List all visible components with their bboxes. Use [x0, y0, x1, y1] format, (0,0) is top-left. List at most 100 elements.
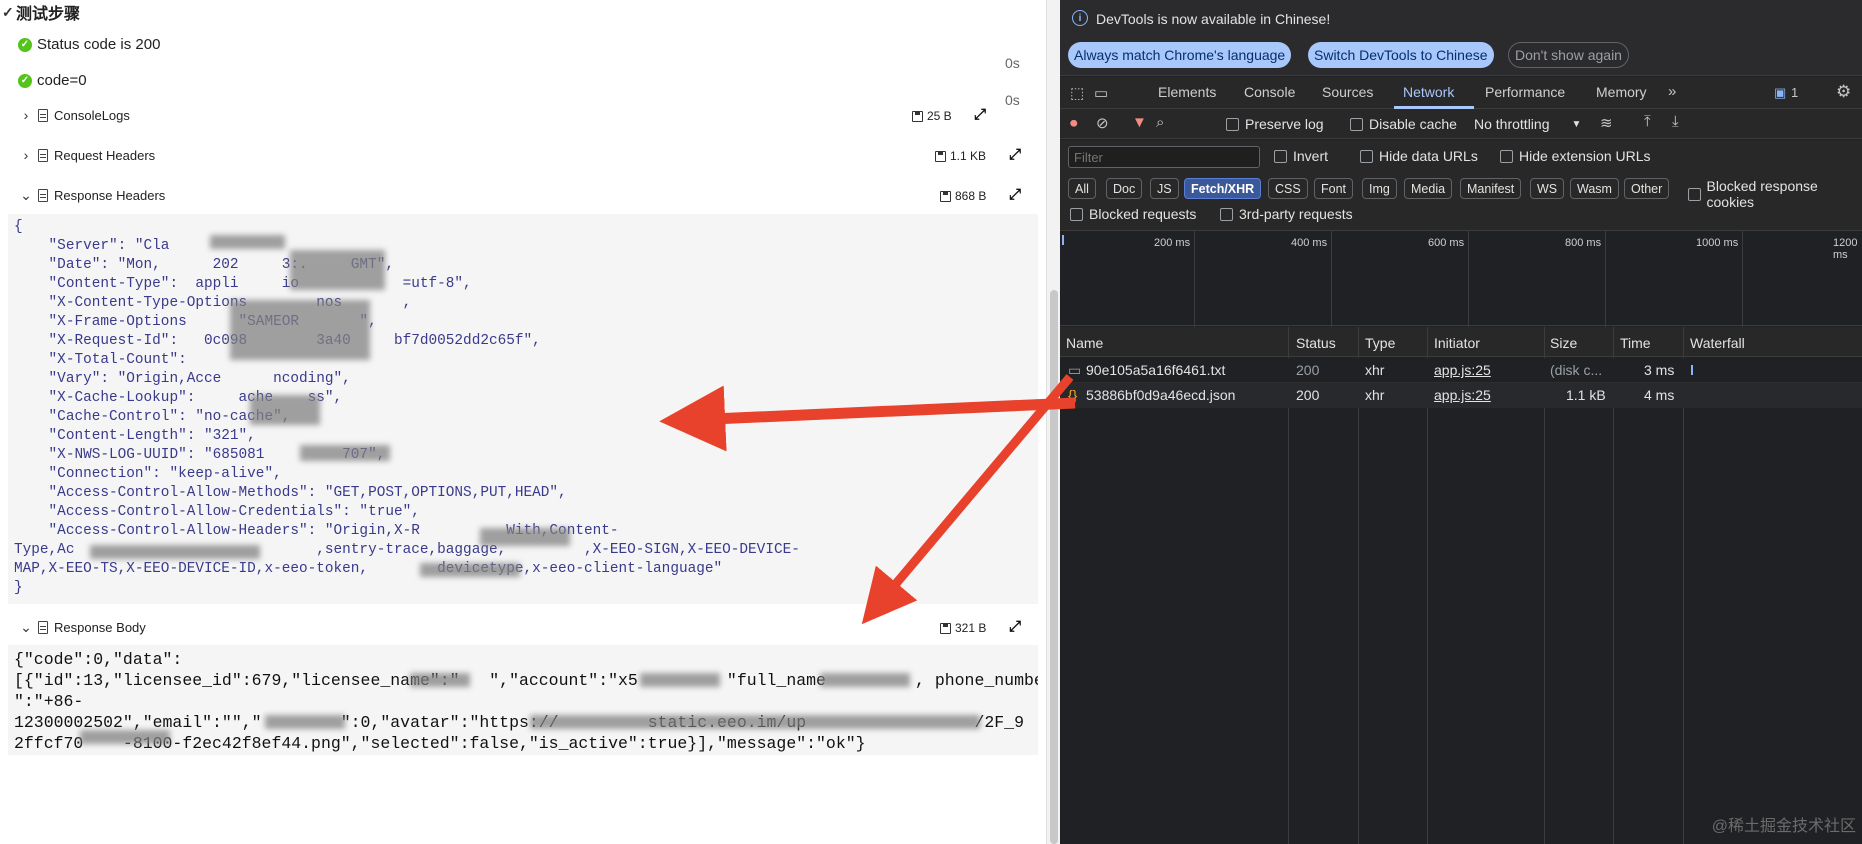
more-tabs-icon[interactable]: » — [1668, 83, 1676, 100]
filter-type-font[interactable]: Font — [1314, 178, 1354, 199]
section-response-body[interactable]: ⌄ Response Body — [18, 619, 146, 636]
always-match-language-button[interactable]: Always match Chrome's language — [1068, 42, 1292, 68]
settings-icon[interactable]: ⚙ — [1836, 82, 1851, 102]
request-name: 53886bf0d9a46ecd.json — [1086, 387, 1236, 403]
filter-type-wasm[interactable]: Wasm — [1570, 178, 1619, 199]
steps-title: 测试步骤 — [16, 6, 81, 23]
filter-type-all[interactable]: All — [1068, 178, 1096, 199]
size-value: 321 B — [955, 621, 987, 635]
filter-type-css[interactable]: CSS — [1268, 178, 1308, 199]
chevron-right-icon: › — [23, 107, 29, 123]
device-toolbar-icon[interactable]: ▭ — [1094, 84, 1108, 102]
tab-elements[interactable]: Elements — [1158, 84, 1216, 100]
filter-type-fetch-xhr[interactable]: Fetch/XHR — [1184, 178, 1262, 199]
tab-sources[interactable]: Sources — [1322, 84, 1373, 100]
scrollbar-thumb[interactable] — [1050, 290, 1058, 844]
size-value: 868 B — [955, 189, 987, 203]
fullscreen-icon[interactable]: ⤢ — [1009, 146, 1021, 163]
export-har-icon[interactable]: ⤓ — [1672, 113, 1679, 130]
blocked-response-cookies-checkbox[interactable]: Blocked response cookies — [1688, 178, 1862, 210]
checkbox[interactable] — [1350, 117, 1363, 131]
checkbox[interactable] — [1688, 187, 1701, 201]
filter-type-img[interactable]: Img — [1362, 178, 1397, 199]
code-line: MAP,X-EEO-TS,X-EEO-DEVICE-ID,x-eeo-token… — [14, 561, 723, 577]
clear-icon[interactable]: ⊘ — [1096, 114, 1109, 132]
filter-type-doc[interactable]: Doc — [1106, 178, 1143, 199]
column-initiator[interactable]: Initiator — [1434, 335, 1480, 351]
network-overview-timeline[interactable]: 200 ms 400 ms 600 ms 800 ms 1000 ms 1200… — [1060, 230, 1862, 327]
hide-data-urls-checkbox[interactable]: Hide data URLs — [1360, 148, 1478, 164]
code-line: "Vary": "Origin,Acce ncoding", — [14, 371, 351, 387]
redaction — [820, 673, 910, 687]
checkbox[interactable] — [1070, 207, 1083, 221]
disable-cache-label: Disable cache — [1369, 116, 1457, 132]
fullscreen-icon[interactable]: ⤢ — [1009, 186, 1021, 203]
section-label: ConsoleLogs — [54, 107, 130, 123]
chevron-right-icon: › — [23, 147, 29, 163]
fullscreen-icon[interactable]: ⤢ — [974, 106, 986, 123]
inspect-element-icon[interactable]: ⬚ — [1070, 84, 1084, 102]
switch-to-chinese-button[interactable]: Switch DevTools to Chinese — [1308, 42, 1494, 68]
column-type[interactable]: Type — [1365, 335, 1395, 351]
redaction — [90, 545, 260, 559]
checkbox[interactable] — [1226, 117, 1239, 131]
request-initiator-link[interactable]: app.js:25 — [1434, 362, 1491, 378]
column-size[interactable]: Size — [1550, 335, 1577, 351]
section-size: 1.1 KB — [935, 149, 986, 163]
column-name[interactable]: Name — [1066, 335, 1103, 351]
disable-cache-checkbox[interactable]: Disable cache — [1350, 116, 1457, 132]
check-duration: 0s — [1005, 55, 1020, 71]
filter-icon[interactable]: ▼ — [1132, 114, 1147, 131]
network-conditions-icon[interactable]: ≋ — [1600, 114, 1613, 132]
request-initiator-link[interactable]: app.js:25 — [1434, 387, 1491, 403]
request-type: xhr — [1365, 362, 1385, 378]
tab-memory[interactable]: Memory — [1596, 84, 1647, 100]
preserve-log-checkbox[interactable]: Preserve log — [1226, 116, 1324, 132]
filter-type-js[interactable]: JS — [1150, 178, 1179, 199]
table-row[interactable]: {} 53886bf0d9a46ecd.json 200 xhr app.js:… — [1060, 383, 1862, 408]
third-party-requests-checkbox[interactable]: 3rd-party requests — [1220, 206, 1353, 222]
filter-type-media[interactable]: Media — [1404, 178, 1453, 199]
dont-show-again-button[interactable]: Don't show again — [1508, 42, 1629, 68]
column-time[interactable]: Time — [1620, 335, 1651, 351]
check-circle-icon: ✓ — [18, 37, 32, 52]
checkbox[interactable] — [1220, 207, 1233, 221]
checkbox[interactable] — [1274, 149, 1287, 163]
filter-type-other[interactable]: Other — [1624, 178, 1670, 199]
filter-type-ws[interactable]: WS — [1530, 178, 1565, 199]
section-consolelogs[interactable]: › ConsoleLogs — [18, 107, 130, 123]
column-waterfall[interactable]: Waterfall — [1690, 335, 1745, 351]
invert-label: Invert — [1293, 148, 1329, 164]
document-icon — [38, 148, 48, 162]
json-file-icon: {} — [1068, 387, 1078, 403]
checkbox[interactable] — [1500, 149, 1513, 163]
tab-console[interactable]: Console — [1244, 84, 1295, 100]
record-icon[interactable]: ⏺ — [1070, 115, 1078, 132]
throttling-select[interactable]: No throttling ▼ — [1474, 116, 1581, 132]
steps-heading[interactable]: ✓ 测试步骤 — [2, 0, 80, 24]
filter-input[interactable] — [1068, 146, 1260, 168]
filter-type-manifest[interactable]: Manifest — [1460, 178, 1522, 199]
timeline-marker — [1062, 235, 1064, 245]
scrollbar[interactable] — [1046, 0, 1060, 844]
issues-count[interactable]: 1 — [1791, 85, 1798, 100]
section-response-headers[interactable]: ⌄ Response Headers — [18, 187, 165, 204]
section-request-headers[interactable]: › Request Headers — [18, 147, 156, 163]
table-row[interactable]: ▭ 90e105a5a16f6461.txt 200 xhr app.js:25… — [1060, 358, 1862, 383]
code-line: {"code":0,"data": — [14, 650, 183, 669]
invert-checkbox[interactable]: Invert — [1274, 148, 1328, 164]
fullscreen-icon[interactable]: ⤢ — [1009, 618, 1021, 635]
timeline-tick: 200 ms — [1154, 237, 1191, 249]
blocked-requests-checkbox[interactable]: Blocked requests — [1070, 206, 1196, 222]
search-icon[interactable]: ⌕ — [1156, 114, 1164, 131]
tab-performance[interactable]: Performance — [1485, 84, 1565, 100]
column-status[interactable]: Status — [1296, 335, 1336, 351]
tab-network[interactable]: Network — [1403, 84, 1454, 100]
redaction — [80, 730, 170, 744]
hide-extension-urls-checkbox[interactable]: Hide extension URLs — [1500, 148, 1651, 164]
redaction — [230, 300, 370, 360]
code-line: { — [14, 219, 23, 235]
issues-icon[interactable]: ▣ — [1774, 85, 1786, 101]
checkbox[interactable] — [1360, 149, 1373, 163]
import-har-icon[interactable]: ⤒ — [1644, 113, 1651, 130]
